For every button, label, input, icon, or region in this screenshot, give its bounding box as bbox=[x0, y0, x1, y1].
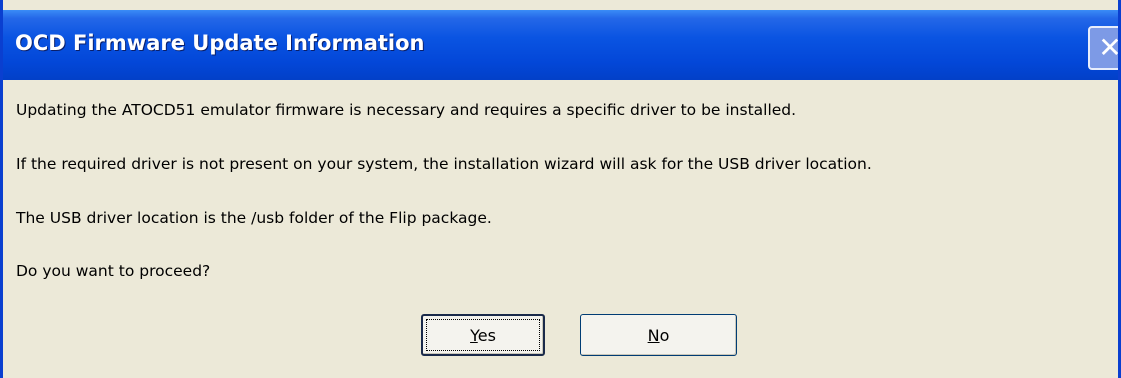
no-button[interactable]: No bbox=[580, 314, 737, 356]
message-dialog: OCD Firmware Update Information ✕ Updati… bbox=[0, 0, 1121, 378]
close-icon: ✕ bbox=[1098, 31, 1121, 64]
yes-button[interactable]: Yes bbox=[421, 314, 545, 356]
focus-rectangle bbox=[426, 319, 540, 351]
message-line-2: If the required driver is not present on… bbox=[16, 155, 872, 173]
dialog-title: OCD Firmware Update Information bbox=[15, 31, 425, 55]
no-button-label: No bbox=[647, 325, 670, 345]
message-line-1: Updating the ATOCD51 emulator firmware i… bbox=[16, 101, 797, 119]
close-button[interactable]: ✕ bbox=[1088, 26, 1121, 70]
message-line-4: Do you want to proceed? bbox=[16, 262, 211, 280]
message-line-3: The USB driver location is the /usb fold… bbox=[16, 209, 492, 227]
title-bar[interactable]: OCD Firmware Update Information ✕ bbox=[3, 10, 1118, 80]
